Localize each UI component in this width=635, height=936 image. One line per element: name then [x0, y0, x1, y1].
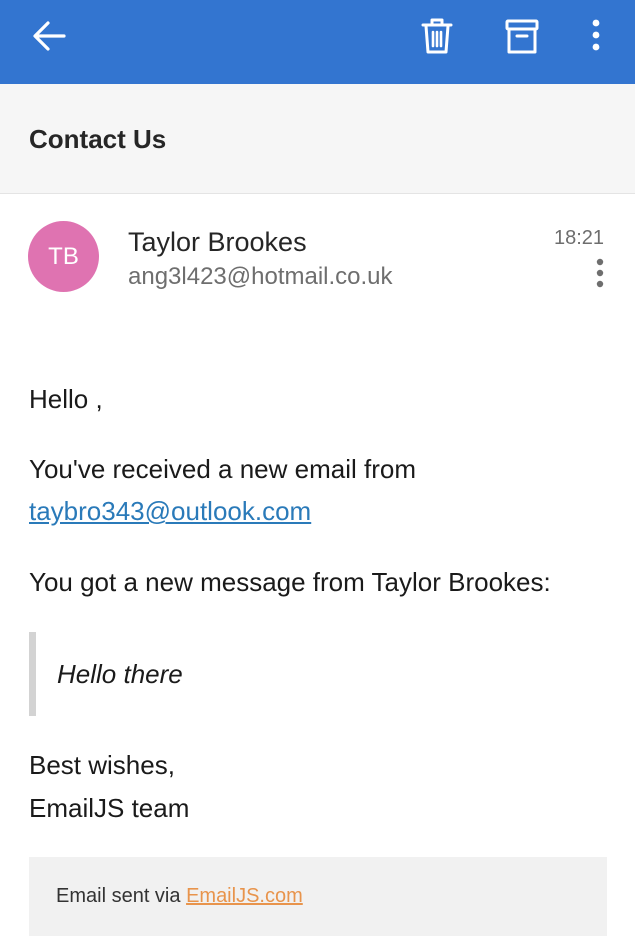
app-bar [0, 0, 635, 84]
emailjs-link[interactable]: EmailJS.com [186, 885, 303, 907]
message-more-icon[interactable] [585, 256, 615, 292]
new-message-line: You got a new message from Taylor Brooke… [29, 567, 551, 597]
trash-icon [421, 18, 453, 54]
subject-bar: Contact Us [0, 84, 635, 194]
back-button[interactable] [20, 12, 80, 72]
message-time: 18:21 [554, 227, 605, 249]
back-arrow-icon [33, 21, 66, 51]
signoff-text: Best wishes, [29, 750, 175, 780]
quoted-message: Hello there [57, 659, 183, 689]
email-subject: Contact Us [29, 124, 167, 154]
footer-prefix: Email sent via [56, 885, 187, 907]
from-email-link[interactable]: taybro343@outlook.com [29, 494, 311, 528]
archive-button[interactable] [492, 12, 552, 72]
more-options-button[interactable] [566, 12, 626, 72]
greeting-text: Hello , [29, 384, 103, 414]
delete-button[interactable] [407, 12, 467, 72]
received-line: You've received a new email from [29, 454, 416, 484]
sender-email[interactable]: ang3l423@hotmail.co.uk [128, 262, 393, 292]
archive-icon [505, 19, 539, 54]
footer-text: Email sent via EmailJS.com [56, 883, 303, 909]
quote-bar [29, 632, 36, 716]
more-vert-icon [592, 19, 600, 51]
email-footer: Email sent via EmailJS.com [29, 857, 607, 936]
team-text: EmailJS team [29, 793, 190, 823]
sender-avatar[interactable]: TB [28, 221, 99, 292]
sender-name[interactable]: Taylor Brookes [128, 226, 307, 258]
